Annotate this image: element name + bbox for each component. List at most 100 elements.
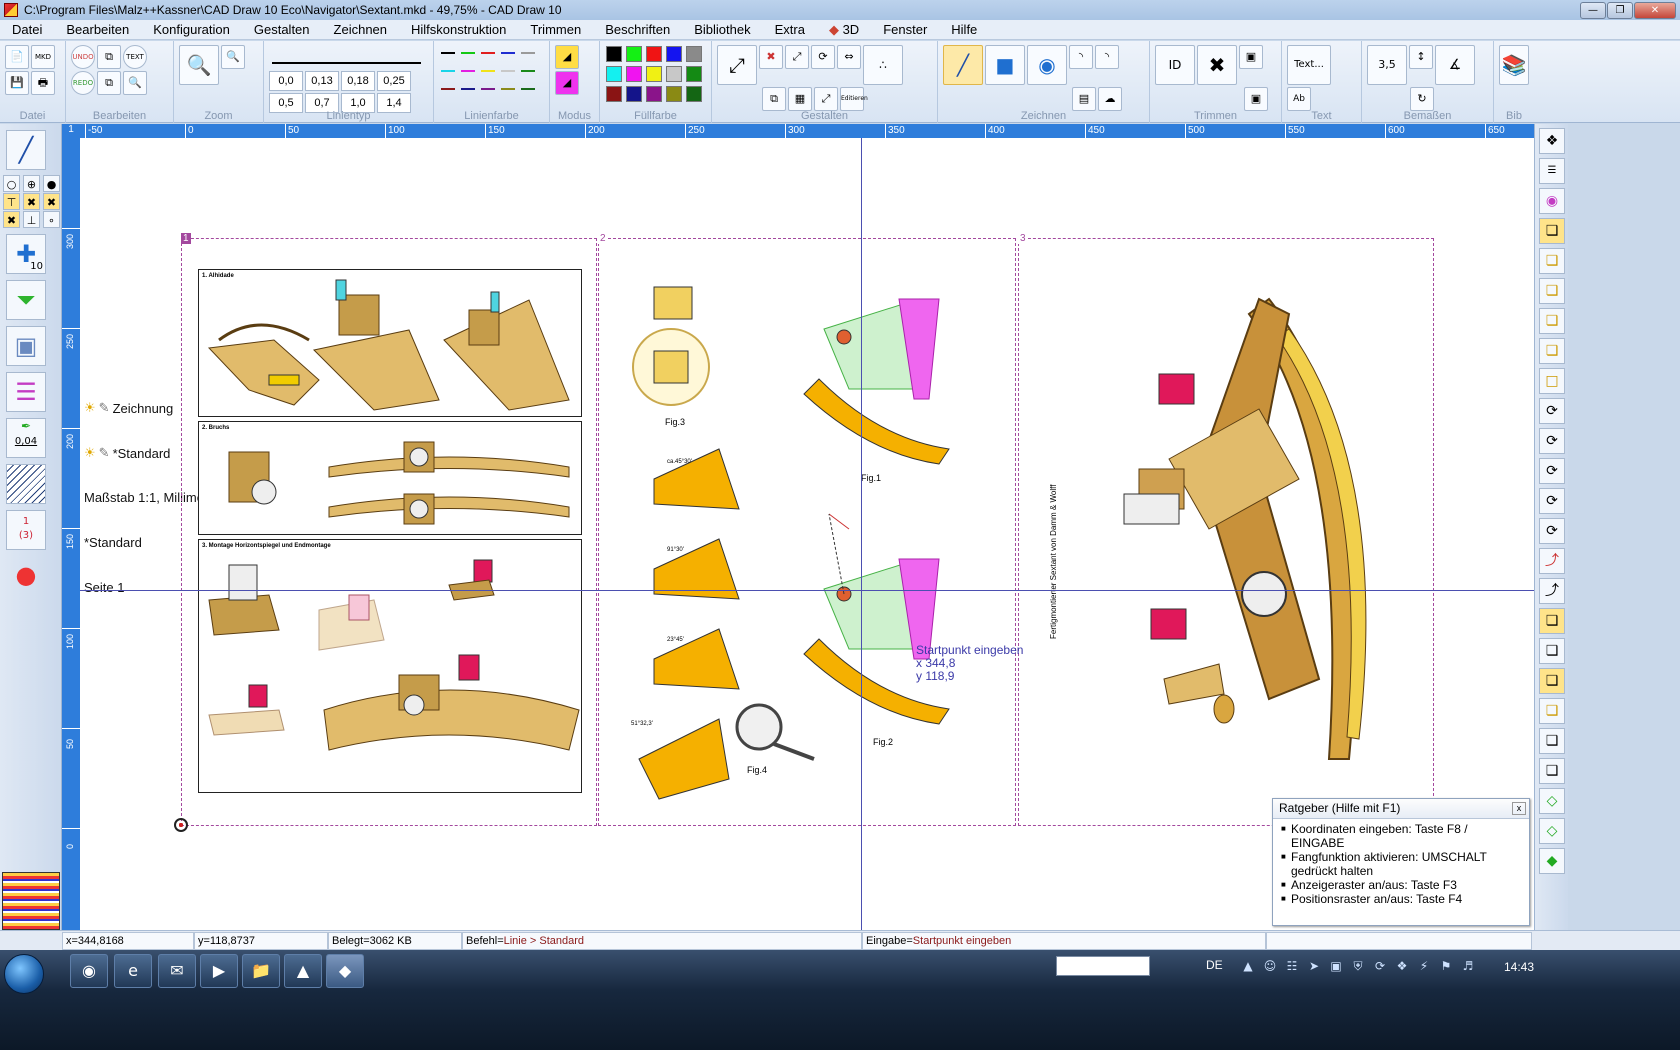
linewidth-0-25[interactable]: 0,25 [377,71,411,91]
explorer-folder-icon[interactable]: 📁 [242,954,280,988]
line-color-swatch[interactable] [439,45,457,61]
pen-width-tool[interactable]: ✒ 0,04 [6,418,46,458]
extrude-icon[interactable]: ⤴ [1539,548,1565,574]
line-color-swatch[interactable] [459,81,477,97]
tray-shield-icon[interactable]: ⛨ [1350,959,1366,975]
line-color-swatch[interactable] [519,81,537,97]
plane-green-icon[interactable]: ◇ [1539,788,1565,814]
menu-zeichnen[interactable]: Zeichnen [322,22,399,37]
tray-volume-icon[interactable]: ♬ [1460,959,1476,975]
line-color-swatch[interactable] [439,63,457,79]
cube-side-icon[interactable]: ❏ [1539,278,1565,304]
line-color-swatch[interactable] [479,81,497,97]
drawing-page-2[interactable]: 2 Fig.3 Fig.1 Fig.2 Fig.4 ca.45°30' 91°3… [598,233,1016,826]
menu-3d[interactable]: ◆ 3D [817,22,871,38]
circle-tool-icon[interactable]: ◉ [1027,45,1067,85]
snap-node-icon[interactable]: ● [43,175,60,192]
drawing-name-row[interactable]: ☀ ✎ Zeichnung [84,400,173,416]
plane-green2-icon[interactable]: ◇ [1539,818,1565,844]
fill-color-swatch[interactable] [686,46,702,62]
linewidth-0-13[interactable]: 0,13 [305,71,339,91]
fill-color-swatch[interactable] [606,66,622,82]
text-style-icon[interactable]: Ab [1287,87,1311,111]
menu-fenster[interactable]: Fenster [871,22,939,37]
redo-button[interactable]: REDO [71,71,95,95]
copy-icon[interactable]: ⧉ [97,45,121,69]
cube-alt2-icon[interactable]: ❏ [1539,758,1565,784]
tray-flag-icon[interactable]: ⚑ [1438,959,1454,975]
tray-power-icon[interactable]: ⚡ [1416,959,1432,975]
line-color-swatch[interactable] [499,63,517,79]
tray-update-icon[interactable]: ⟳ [1372,959,1388,975]
editieren-button[interactable]: Editieren [840,87,868,111]
solid-cube-icon[interactable]: ❏ [1539,608,1565,634]
text-edit-button[interactable]: TEXT [123,45,147,69]
array-icon[interactable]: ▦ [788,87,812,111]
save-icon[interactable]: 💾 [5,71,29,95]
scatter-icon[interactable]: ∴ [863,45,903,85]
arc-tool-icon[interactable]: ◝ [1069,45,1093,69]
trim-id-button[interactable]: ID [1155,45,1195,85]
box-icon[interactable]: □ [1539,368,1565,394]
render-icon[interactable]: ◉ [1539,188,1565,214]
line-tool-icon[interactable]: ╱ [943,45,983,85]
menu-extra[interactable]: Extra [763,22,817,37]
fill-color-swatch[interactable] [646,46,662,62]
acrobat-icon[interactable]: ▲ [284,954,322,988]
cube-yellow2-icon[interactable]: ❏ [1539,698,1565,724]
menu-trimmen[interactable]: Trimmen [518,22,593,37]
fill-color-swatch[interactable] [686,86,702,102]
undo-button[interactable]: UNDO [71,45,95,69]
maximize-button[interactable]: ❐ [1607,1,1633,19]
mkd-open-button[interactable]: MKD [31,45,55,69]
zoom-window-icon[interactable]: 🔍 [179,45,219,85]
page-icon[interactable]: 1 (3) [6,510,46,550]
record-nav-icon[interactable]: ● [6,556,46,596]
fill-color-swatch[interactable] [646,86,662,102]
snap-center-icon[interactable]: ⊕ [23,175,40,192]
rotate-axis-icon[interactable]: ⟳ [1539,488,1565,514]
find-icon[interactable]: 🔍 [123,71,147,95]
menu-bibliothek[interactable]: Bibliothek [682,22,762,37]
revolve-icon[interactable]: ⤴ [1539,578,1565,604]
hatch-tool-icon[interactable]: ▤ [1072,87,1096,111]
line-color-swatch[interactable] [519,63,537,79]
snap-point-icon[interactable]: ○ [3,175,20,192]
paste-icon[interactable]: ⧉ [97,71,121,95]
snap-free-icon[interactable]: ✖ [3,211,20,228]
mail-icon[interactable]: ✉ [158,954,196,988]
mirror-icon[interactable]: ⇔ [837,45,861,69]
close-button[interactable]: ✕ [1634,1,1676,19]
cube-front-icon[interactable]: ❏ [1539,248,1565,274]
menu-hilfskonstruktion[interactable]: Hilfskonstruktion [399,22,518,37]
cube-alt-icon[interactable]: ❏ [1539,728,1565,754]
line-draw-tool[interactable]: ╱ [6,130,46,170]
plane-green3-icon[interactable]: ◆ [1539,848,1565,874]
language-indicator[interactable]: DE [1206,958,1223,972]
drawing-page-1[interactable]: 1 1. Alhidade 2. Bruchs 3. Montage Horiz… [181,233,597,826]
dim-angle-icon[interactable]: ∡ [1435,45,1475,85]
fill-color-swatch[interactable] [626,86,642,102]
dim-vertical-icon[interactable]: ↕ [1409,45,1433,69]
cube-yellow-icon[interactable]: ❏ [1539,668,1565,694]
tray-pointer-icon[interactable]: ➤ [1306,959,1322,975]
rectangle-tool-icon[interactable]: ■ [985,45,1025,85]
grid-tool[interactable]: ✚ 10 [6,234,46,274]
taskbar-clock[interactable]: 14:43 [1504,960,1534,974]
cad-draw-taskbar-icon[interactable]: ◆ [326,954,364,988]
ie-icon[interactable]: e [114,954,152,988]
mode-fill-icon[interactable]: ◢ [555,45,579,69]
line-color-swatch[interactable] [499,81,517,97]
flip-icon[interactable]: ⟳ [1539,518,1565,544]
line-color-swatch[interactable] [439,81,457,97]
stretch-icon[interactable]: ⤢ [814,87,838,111]
arc2-tool-icon[interactable]: ◝ [1095,45,1119,69]
tray-network-icon[interactable]: ☷ [1284,959,1300,975]
trim-extend-icon[interactable]: ▣ [1239,45,1263,69]
menu-konfiguration[interactable]: Konfiguration [141,22,242,37]
trim-cut-icon[interactable]: ▣ [1244,87,1268,111]
move-icon[interactable]: ⤢ [785,45,809,69]
fill-color-swatch[interactable] [666,66,682,82]
snap-perp-icon[interactable]: ⊥ [23,211,40,228]
cube-top-icon[interactable]: ❏ [1539,308,1565,334]
